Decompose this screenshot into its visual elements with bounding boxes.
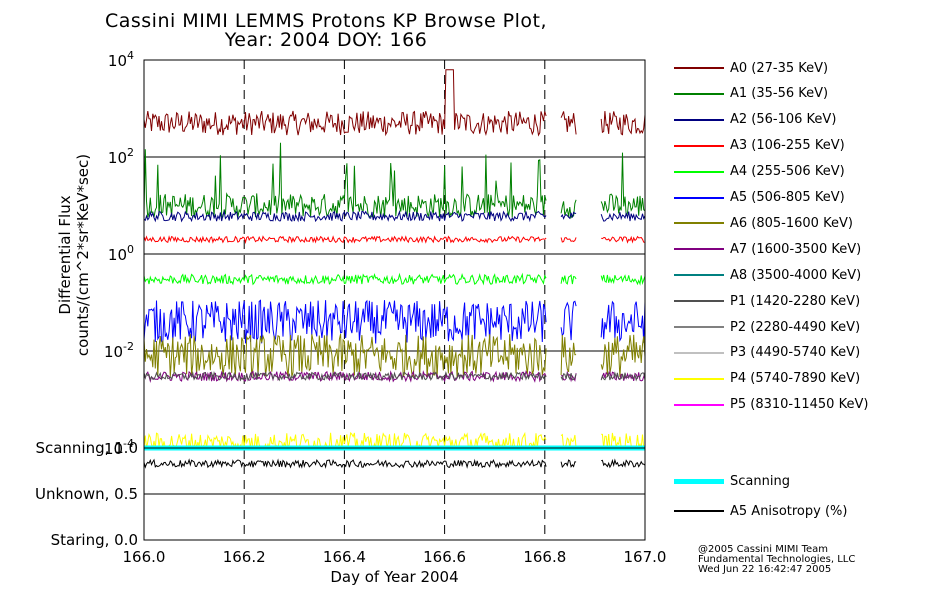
- legend-swatch-A1: [674, 92, 724, 95]
- legend-entry-A4: A4 (255-506 KeV): [674, 162, 845, 182]
- legend-label-A0: A0 (27-35 KeV): [730, 60, 829, 76]
- legend-entry-A1: A1 (35-56 KeV): [674, 84, 828, 104]
- series-line-A3: [601, 235, 646, 244]
- series-line-A5: [600, 300, 646, 343]
- legend-label-P4: P4 (5740-7890 KeV): [730, 371, 861, 387]
- legend-swatch-A4: [674, 170, 724, 173]
- legend-entry-A6: A6 (805-1600 KeV): [674, 213, 853, 233]
- x-tick-label: 166.6: [423, 548, 466, 566]
- legend-swatch-P4: [674, 377, 724, 380]
- legend-label-A2: A2 (56-106 KeV): [730, 112, 837, 128]
- legend-label-P1: P1 (1420-2280 KeV): [730, 293, 861, 309]
- legend-swatch-anisotropy: [674, 510, 724, 512]
- legend-swatch-P5: [674, 403, 724, 406]
- legend-label-anisotropy: A5 Anisotropy (%): [730, 503, 848, 519]
- legend-label-A5: A5 (506-805 KeV): [730, 190, 845, 205]
- series-line-A4: [560, 274, 577, 285]
- legend-entry-A3: A3 (106-255 KeV): [674, 136, 845, 156]
- anisotropy-tick-label: Staring, 0.0: [51, 531, 138, 549]
- series-line-A2: [143, 209, 547, 223]
- x-axis-label: Day of Year 2004: [330, 568, 458, 586]
- legend-label-scanning: Scanning: [730, 473, 790, 489]
- legend-label-A7: A7 (1600-3500 KeV): [730, 241, 862, 257]
- series-line-A1: [560, 199, 577, 220]
- legend-label-P2: P2 (2280-4490 KeV): [730, 319, 861, 335]
- legend-swatch-A5: [674, 196, 724, 199]
- x-tick-label: 166.0: [123, 548, 166, 566]
- y-axis-label-line-1: Differential Flux: [56, 195, 74, 314]
- series-line-A5: [560, 300, 577, 341]
- y-axis-label-line-2: counts/(cm^2*sr*KeV*sec): [74, 154, 92, 356]
- series-line-A3: [560, 237, 577, 243]
- x-tick-label: 166.2: [223, 548, 266, 566]
- flux-tick-label: 10-2: [104, 340, 134, 361]
- legend-swatch-P3: [674, 351, 724, 354]
- legend-entry-A8: A8 (3500-4000 KeV): [674, 265, 861, 285]
- legend-label-P5: P5 (8310-11450 KeV): [730, 397, 869, 413]
- legend-entry-anisotropy: A5 Anisotropy (%): [674, 501, 847, 521]
- legend-swatch-A0: [674, 67, 724, 69]
- series-line-A5: [143, 299, 547, 345]
- legend-swatch-scanning: [674, 478, 724, 484]
- x-tick-label: 166.8: [523, 548, 566, 566]
- series-line-A6: [560, 334, 577, 376]
- anisotropy-tick-label: Unknown, 0.5: [35, 485, 138, 503]
- legend-swatch-A8: [674, 274, 724, 277]
- legend-entry-P1: P1 (1420-2280 KeV): [674, 291, 860, 311]
- legend-entry-A2: A2 (56-106 KeV): [674, 110, 836, 130]
- legend-swatch-A3: [674, 144, 724, 147]
- legend-swatch-P2: [674, 326, 724, 328]
- x-tick-label: 167.0: [624, 548, 667, 566]
- series-line-A0: [560, 111, 577, 135]
- series-line-A3: [143, 235, 547, 245]
- series-line-A4: [600, 274, 646, 286]
- legend-entry-P5: P5 (8310-11450 KeV): [674, 395, 868, 415]
- legend-swatch-A2: [674, 118, 724, 121]
- legend-entry-P3: P3 (4490-5740 KeV): [674, 343, 860, 363]
- series-line-anisotropy: [560, 459, 577, 469]
- series-line-A1: [600, 152, 646, 216]
- footer-timestamp: Wed Jun 22 16:42:47 2005: [698, 564, 832, 575]
- series-line-A1: [143, 142, 547, 219]
- series-line-anisotropy: [143, 458, 547, 469]
- legend-swatch-A7: [674, 248, 724, 251]
- legend-label-A4: A4 (255-506 KeV): [730, 164, 845, 180]
- legend-swatch-A6: [674, 222, 724, 225]
- flux-tick-label: 104: [108, 49, 134, 70]
- legend-entry-A7: A7 (1600-3500 KeV): [674, 239, 861, 259]
- series-line-A0: [600, 111, 646, 136]
- series-line-anisotropy: [601, 458, 646, 469]
- x-tick-label: 166.4: [323, 548, 366, 566]
- series-line-A6: [143, 333, 547, 379]
- flux-tick-label: 102: [108, 146, 134, 167]
- legend-label-A3: A3 (106-255 KeV): [730, 138, 845, 154]
- legend-label-A8: A8 (3500-4000 KeV): [730, 267, 862, 283]
- series-line-A6: [600, 334, 646, 378]
- legend-swatch-P1: [674, 300, 724, 303]
- series-line-A0: [143, 69, 547, 137]
- legend-entry-P2: P2 (2280-4490 KeV): [674, 317, 860, 337]
- legend-entry-P4: P4 (5740-7890 KeV): [674, 369, 860, 389]
- series-line-A4: [143, 272, 547, 286]
- legend-entry-scanning: Scanning: [674, 471, 790, 491]
- legend-label-P3: P3 (4490-5740 KeV): [730, 345, 861, 361]
- legend-label-A1: A1 (35-56 KeV): [730, 86, 829, 102]
- footer-credits: @2005 Cassini MIMI Team Fundamental Tech…: [698, 545, 855, 575]
- flux-tick-label: 100: [108, 243, 134, 264]
- legend-entry-A5: A5 (506-805 KeV): [674, 188, 845, 208]
- legend-entry-A0: A0 (27-35 KeV): [674, 58, 828, 78]
- anisotropy-tick-label: Scanning, 1.0: [35, 439, 138, 457]
- legend-label-A6: A6 (805-1600 KeV): [730, 215, 853, 231]
